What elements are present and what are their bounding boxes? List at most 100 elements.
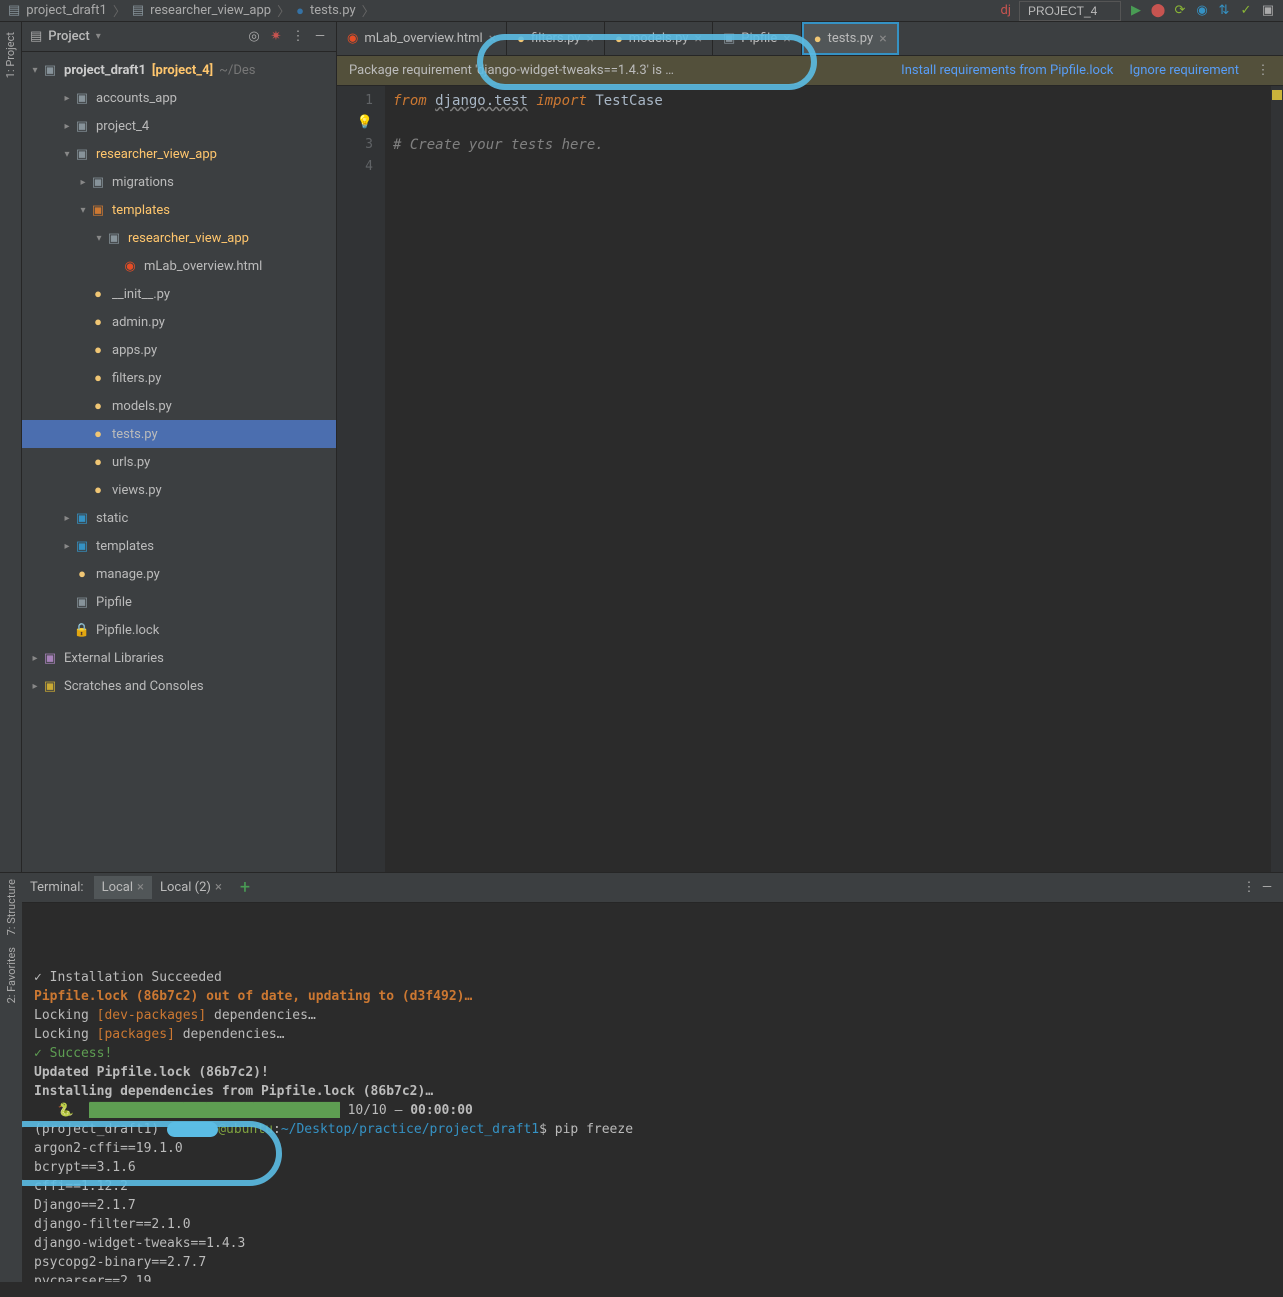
- profile-icon[interactable]: ◉: [1195, 4, 1209, 18]
- debug-icon[interactable]: ⬤: [1151, 4, 1165, 18]
- code-content[interactable]: from django.test import TestCase # Creat…: [385, 86, 1271, 872]
- breadcrumb-file[interactable]: tests.py: [310, 3, 356, 18]
- arrow-icon[interactable]: ▸: [62, 93, 72, 104]
- editor-tab[interactable]: ◉mLab_overview.html ×: [337, 22, 507, 55]
- terminal-tab[interactable]: Local ×: [94, 876, 152, 899]
- arrow-icon[interactable]: ▸: [78, 177, 88, 188]
- bulb-icon[interactable]: 💡: [337, 112, 373, 134]
- chevron-down-icon[interactable]: ▾: [96, 31, 101, 42]
- tree-item[interactable]: ● manage.py: [22, 560, 336, 588]
- code-line[interactable]: # Create your tests here.: [393, 134, 1263, 156]
- tab-label: Pipfile: [741, 31, 777, 46]
- arrow-icon[interactable]: ▸: [30, 681, 40, 692]
- editor-tab[interactable]: ●filters.py ×: [507, 22, 605, 55]
- options-icon[interactable]: ⋮: [290, 29, 306, 45]
- options-icon[interactable]: ⋮: [1255, 63, 1271, 79]
- terminal-output[interactable]: ✓ Installation SucceededPipfile.lock (86…: [22, 903, 1283, 1282]
- tree-item[interactable]: ● __init__.py: [22, 280, 336, 308]
- notification-message: Package requirement 'django-widget-tweak…: [349, 63, 885, 78]
- close-icon[interactable]: ×: [783, 31, 790, 47]
- close-icon[interactable]: ×: [489, 31, 496, 47]
- tree-item[interactable]: ▣ Pipfile: [22, 588, 336, 616]
- close-icon[interactable]: ×: [215, 880, 222, 895]
- target-icon[interactable]: ◎: [246, 29, 262, 45]
- tree-item[interactable]: ● tests.py: [22, 420, 336, 448]
- search-icon[interactable]: ▣: [1261, 4, 1275, 18]
- install-requirements-link[interactable]: Install requirements from Pipfile.lock: [901, 63, 1113, 78]
- tree-item-label: filters.py: [112, 371, 161, 386]
- tree-item[interactable]: ▸ ▣ accounts_app: [22, 84, 336, 112]
- tree-item[interactable]: 🔒 Pipfile.lock: [22, 616, 336, 644]
- update-icon[interactable]: ⇅: [1217, 4, 1231, 18]
- arrow-icon[interactable]: ▾: [78, 205, 88, 216]
- arrow-icon[interactable]: ▸: [30, 653, 40, 664]
- close-icon[interactable]: ×: [695, 31, 702, 47]
- arrow-icon[interactable]: ▸: [62, 121, 72, 132]
- tree-item[interactable]: ▸ ▣ migrations: [22, 168, 336, 196]
- tree-item[interactable]: ▾ ▣ researcher_view_app: [22, 224, 336, 252]
- editor-tab[interactable]: ●models.py ×: [605, 22, 713, 55]
- options-icon[interactable]: ⋮: [1241, 880, 1257, 896]
- tree-root[interactable]: ▾ ▣ project_draft1 [project_4] ~/Des: [22, 56, 336, 84]
- tree-item[interactable]: ▸ ▣ project_4: [22, 112, 336, 140]
- code-line[interactable]: from django.test import TestCase: [393, 90, 1263, 112]
- minimize-icon[interactable]: —: [1259, 880, 1275, 896]
- folder-icon: ▣: [90, 202, 106, 218]
- terminal-line: Locking [packages] dependencies…: [34, 1025, 1271, 1044]
- tree-item[interactable]: ▸ ▣ templates: [22, 532, 336, 560]
- ignore-requirement-link[interactable]: Ignore requirement: [1129, 63, 1239, 78]
- python-icon: ●: [90, 370, 106, 386]
- tree-item[interactable]: ▾ ▣ researcher_view_app: [22, 140, 336, 168]
- code-line[interactable]: [393, 156, 1263, 178]
- tree-item[interactable]: ▸ ▣ External Libraries: [22, 644, 336, 672]
- close-icon[interactable]: ×: [137, 880, 144, 895]
- marker-strip[interactable]: [1271, 86, 1283, 872]
- tree-item[interactable]: ● views.py: [22, 476, 336, 504]
- tree-item[interactable]: ● admin.py: [22, 308, 336, 336]
- rail-favorites[interactable]: 2: Favorites: [5, 941, 18, 1009]
- tree-item[interactable]: ● filters.py: [22, 364, 336, 392]
- run-toolbar: dj PROJECT_4 ▶ ⬤ ⟳ ◉ ⇅ ✓ ▣: [1001, 1, 1275, 21]
- tree-item[interactable]: ● apps.py: [22, 336, 336, 364]
- folder-icon: ▣: [106, 230, 122, 246]
- code-line[interactable]: [393, 112, 1263, 134]
- tree-item[interactable]: ● urls.py: [22, 448, 336, 476]
- breadcrumb-project[interactable]: project_draft1: [26, 3, 107, 18]
- terminal-tab[interactable]: Local (2) ×: [152, 876, 230, 899]
- tree-item[interactable]: ▸ ▣ static: [22, 504, 336, 532]
- arrow-icon[interactable]: ▸: [62, 513, 72, 524]
- arrow-icon[interactable]: ▸: [62, 541, 72, 552]
- rail-structure[interactable]: 7: Structure: [5, 873, 18, 941]
- tree-item[interactable]: ▾ ▣ templates: [22, 196, 336, 224]
- terminal-line: (project_draft1) @ubuntu:~/Desktop/pract…: [34, 1120, 1271, 1139]
- rail-project[interactable]: 1: Project: [4, 26, 17, 84]
- left-tool-rail: 1: Project: [0, 22, 22, 872]
- editor-tab[interactable]: ●tests.py ×: [802, 22, 899, 55]
- code-editor[interactable]: 1💡34 from django.test import TestCase # …: [337, 86, 1283, 872]
- close-icon[interactable]: ×: [586, 31, 593, 47]
- tree-item[interactable]: ▸ ▣ Scratches and Consoles: [22, 672, 336, 700]
- commit-icon[interactable]: ✓: [1239, 4, 1253, 18]
- editor-tab[interactable]: ▣Pipfile ×: [713, 22, 802, 55]
- arrow-icon[interactable]: ▾: [94, 233, 104, 244]
- collapse-icon[interactable]: ✷: [268, 29, 284, 45]
- project-panel-title[interactable]: Project: [48, 29, 89, 44]
- run-coverage-icon[interactable]: ⟳: [1173, 4, 1187, 18]
- run-config-select[interactable]: PROJECT_4: [1019, 1, 1121, 21]
- arrow-icon[interactable]: ▾: [62, 149, 72, 160]
- close-icon[interactable]: ×: [879, 31, 886, 47]
- python-icon: ●: [615, 31, 623, 47]
- project-tree[interactable]: ▾ ▣ project_draft1 [project_4] ~/Des ▸ ▣…: [22, 52, 336, 872]
- add-terminal-icon[interactable]: +: [232, 877, 258, 898]
- tree-item[interactable]: ● models.py: [22, 392, 336, 420]
- breadcrumb-folder[interactable]: researcher_view_app: [150, 3, 271, 18]
- warning-marker[interactable]: [1272, 90, 1282, 100]
- run-icon[interactable]: ▶: [1129, 4, 1143, 18]
- folder-icon: ▣: [74, 118, 90, 134]
- tree-item[interactable]: ◉ mLab_overview.html: [22, 252, 336, 280]
- tree-item-label: migrations: [112, 175, 174, 190]
- breadcrumb[interactable]: ▤ project_draft1 〉 ▤ researcher_view_app…: [8, 1, 375, 20]
- terminal-line: ✓ Success!: [34, 1044, 1271, 1063]
- chevron-down-icon[interactable]: ▾: [30, 65, 40, 76]
- minimize-icon[interactable]: —: [312, 29, 328, 45]
